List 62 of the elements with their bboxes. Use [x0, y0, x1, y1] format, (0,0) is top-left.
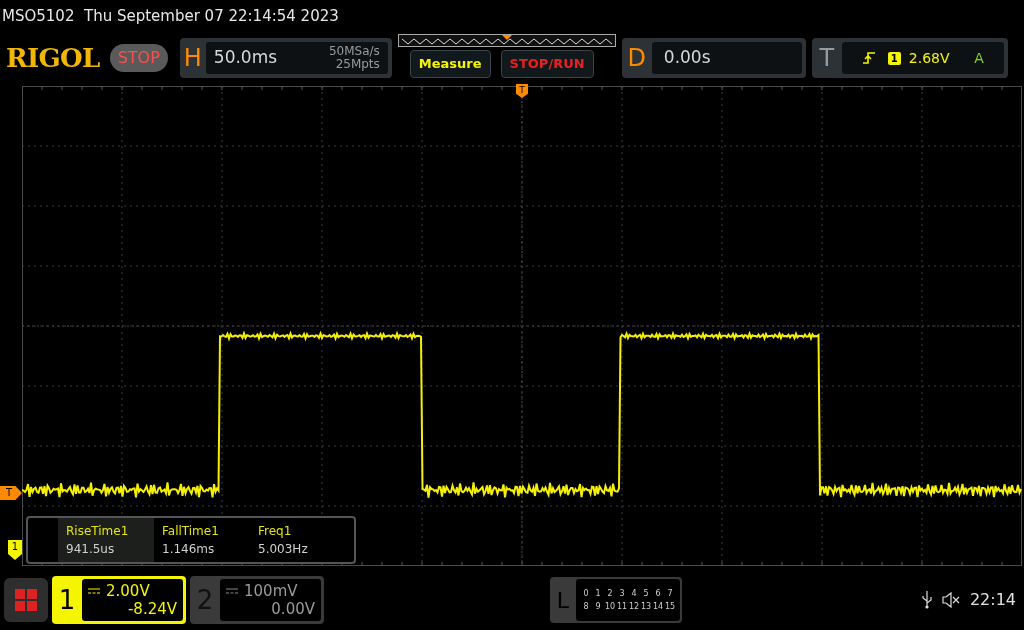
- stop-run-button[interactable]: STOP/RUN: [500, 50, 594, 78]
- horizontal-panel[interactable]: H 50.0ms 50MSa/s 25Mpts: [179, 38, 392, 78]
- run-state-badge: STOP: [109, 44, 168, 72]
- logo: RIGOL: [6, 41, 100, 75]
- grid-menu-icon: [15, 589, 37, 611]
- logic-channel-number: 8: [582, 600, 590, 613]
- channel-scale: 100mV: [244, 582, 298, 600]
- measurement-name: FallTime1: [162, 523, 220, 540]
- channel-offset: 0.00V: [271, 600, 315, 618]
- trigger-label: T: [818, 43, 836, 74]
- logic-channel-number: 14: [652, 600, 664, 613]
- measurement-value: 1.146ms: [162, 541, 216, 558]
- logic-label: L: [555, 586, 571, 615]
- logic-channel-number: 12: [628, 600, 640, 613]
- measure-button[interactable]: Measure: [409, 50, 491, 78]
- measurement-item[interactable]: FallTime1 1.146ms: [154, 518, 250, 562]
- delay-value: 0.00s: [663, 46, 711, 70]
- logic-channel-number: 9: [594, 600, 602, 613]
- delay-panel[interactable]: D 0.00s: [621, 38, 806, 78]
- sample-rate: 50MSa/s: [328, 45, 380, 58]
- logic-channel-number: 13: [640, 600, 652, 613]
- measurement-name: Freq1: [258, 523, 293, 540]
- speaker-muted-icon: [941, 592, 960, 608]
- measurement-value: 5.003Hz: [258, 541, 309, 558]
- logic-channel-number: 4: [630, 587, 638, 600]
- timebase-value: 50.0ms: [213, 46, 278, 70]
- trigger-source: 1: [887, 51, 901, 65]
- logic-channel-number: 7: [666, 587, 674, 600]
- logic-channel-number: 2: [606, 587, 614, 600]
- channel-panel[interactable]: 1 2.00V -8.24V: [52, 576, 186, 624]
- trigger-level: 2.68V: [908, 48, 950, 68]
- menu-button[interactable]: [4, 578, 48, 622]
- measurement-value: 941.5us: [66, 541, 116, 558]
- logic-channel-number: 10: [604, 600, 616, 613]
- channel-marker[interactable]: 1: [8, 540, 22, 560]
- clock: 22:14: [969, 589, 1016, 611]
- measurement-item[interactable]: RiseTime1 941.5us: [58, 518, 154, 562]
- measurement-item[interactable]: Freq1 5.003Hz: [250, 518, 346, 562]
- rising-edge-icon: [861, 51, 876, 65]
- measurement-name: RiseTime1: [66, 523, 130, 540]
- usb-icon: [921, 591, 932, 609]
- logic-channel-number: 6: [654, 587, 662, 600]
- logic-channel-number: 11: [616, 600, 628, 613]
- logic-channel-number: 1: [594, 587, 602, 600]
- dc-coupling-icon: [226, 588, 238, 594]
- logic-channel-number: 15: [664, 600, 676, 613]
- horizontal-label: H: [182, 43, 203, 74]
- status-line: MSO5102 Thu September 07 22:14:54 2023: [2, 5, 339, 27]
- dc-coupling-icon: [88, 588, 100, 594]
- memory-depth: 25Mpts: [335, 58, 380, 71]
- channel-offset: -8.24V: [127, 600, 177, 618]
- trigger-level-marker[interactable]: T: [0, 486, 22, 500]
- channel-number: 1: [57, 583, 77, 617]
- delay-label: D: [626, 43, 648, 74]
- logic-channel-number: 5: [642, 587, 650, 600]
- trigger-position-marker[interactable]: T: [516, 84, 528, 98]
- logic-panel[interactable]: L 0 1 2 3 4 5 6 7 8 9 10 11 12 13 14 15: [550, 577, 682, 623]
- trigger-mode: A: [974, 48, 984, 68]
- logic-channel-number: 3: [618, 587, 626, 600]
- trigger-panel[interactable]: T 1 2.68V A: [811, 38, 1008, 78]
- logic-channel-number: 0: [582, 587, 590, 600]
- channel-scale: 2.00V: [106, 582, 150, 600]
